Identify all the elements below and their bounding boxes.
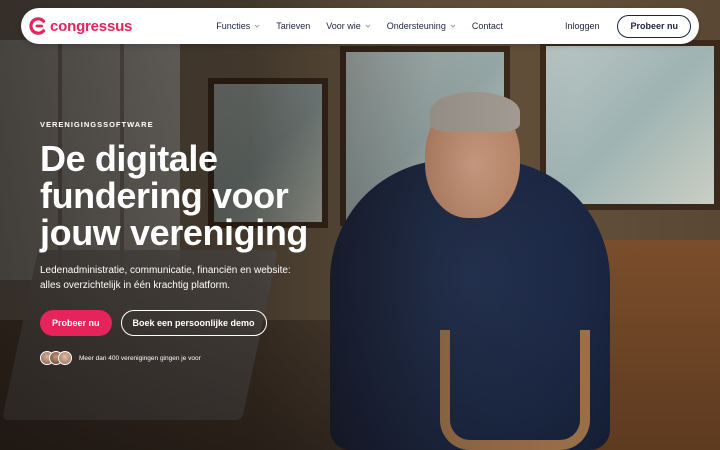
chevron-down-icon	[365, 24, 371, 28]
nav-item-label: Functies	[216, 21, 251, 31]
hero-subtext-line: alles overzichtelijk in één krachtig pla…	[40, 280, 231, 291]
chevron-down-icon	[254, 24, 260, 28]
nav-item-label: Voor wie	[326, 21, 361, 31]
book-demo-button[interactable]: Boek een persoonlijke demo	[120, 310, 267, 336]
main-nav-menu: Functies Tarieven Voor wie Ondersteuning…	[216, 21, 503, 31]
hero-headline-line: De digitale	[40, 138, 218, 179]
nav-item-label: Contact	[471, 21, 503, 31]
hero-headline: De digitale fundering voor jouw verenigi…	[40, 140, 370, 251]
nav-item-label: Tarieven	[276, 21, 311, 31]
brand-name: congressus	[50, 17, 133, 35]
hero-headline-line: fundering voor	[40, 175, 289, 216]
hero-headline-line: jouw vereniging	[40, 212, 309, 253]
avatar-group	[40, 351, 72, 365]
nav-item-tarieven[interactable]: Tarieven	[276, 21, 310, 31]
nav-item-ondersteuning[interactable]: Ondersteuning	[387, 21, 456, 31]
nav-item-functies[interactable]: Functies	[216, 21, 260, 31]
nav-item-voor-wie[interactable]: Voor wie	[326, 21, 371, 31]
hero-subtext-line: Ledenadministratie, communicatie, financ…	[40, 265, 291, 276]
nav-item-label: Ondersteuning	[386, 21, 446, 31]
nav-actions: Inloggen Probeer nu	[565, 14, 691, 38]
nav-item-contact[interactable]: Contact	[472, 21, 503, 31]
congressus-logo-icon	[29, 17, 47, 35]
hero-cta-row: Probeer nu Boek een persoonlijke demo	[40, 310, 370, 336]
social-proof-text: Meer dan 400 verenigingen gingen je voor	[79, 354, 201, 362]
brand-logo[interactable]: congressus	[29, 17, 132, 35]
hero-subtext: Ledenadministratie, communicatie, financ…	[40, 263, 370, 293]
hero-eyebrow: VERENIGINGSSOFTWARE	[40, 120, 154, 129]
nav-try-button[interactable]: Probeer nu	[617, 14, 691, 38]
social-proof: Meer dan 400 verenigingen gingen je voor	[40, 351, 370, 365]
login-link[interactable]: Inloggen	[565, 21, 600, 31]
hero-section: VERENIGINGSSOFTWARE De digitale funderin…	[40, 120, 370, 365]
avatar	[58, 351, 72, 365]
top-navbar: congressus Functies Tarieven Voor wie On…	[21, 8, 699, 44]
chevron-down-icon	[450, 24, 456, 28]
hero-try-button[interactable]: Probeer nu	[40, 310, 112, 336]
